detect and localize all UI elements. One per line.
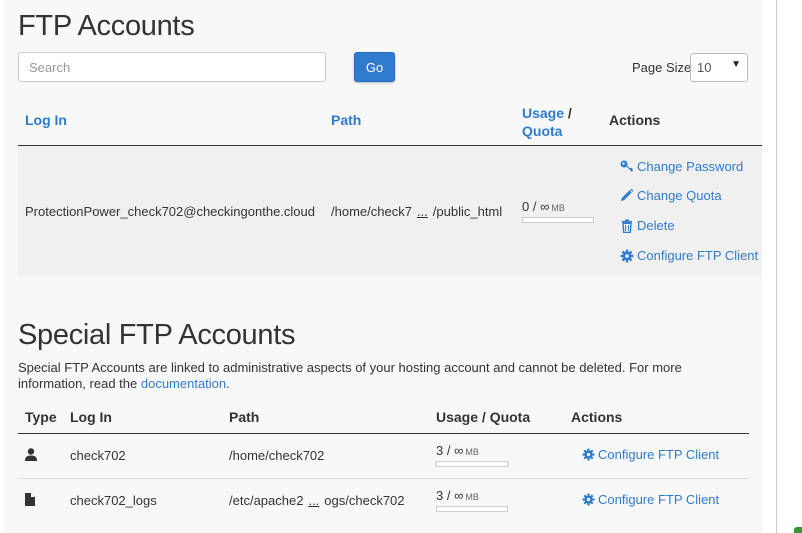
column-header-login[interactable]: Log In xyxy=(25,112,67,128)
special-column-type: Type xyxy=(25,409,57,425)
sort-quota-link[interactable]: Quota xyxy=(522,123,562,139)
page-size-label: Page Size xyxy=(632,60,692,75)
scrollbar-track[interactable] xyxy=(776,0,777,533)
user-icon xyxy=(25,448,37,466)
usage-value: 0 / ∞ xyxy=(522,199,550,214)
special-path: /home/check702 xyxy=(229,448,325,463)
account-login: ProtectionPower_check702@checkingonthe.c… xyxy=(25,204,315,219)
page-title: FTP Accounts xyxy=(18,10,195,42)
documentation-link[interactable]: documentation xyxy=(141,376,226,391)
path-start: /etc/apache2 xyxy=(229,493,304,508)
trash-icon xyxy=(622,219,632,233)
column-header-path[interactable]: Path xyxy=(331,112,361,128)
scrollbar-indicator[interactable] xyxy=(794,527,802,533)
search-input[interactable] xyxy=(18,52,326,82)
key-icon xyxy=(620,160,633,172)
path-expand-link[interactable]: ... xyxy=(417,204,428,219)
configure-ftp-client-label: Configure FTP Client xyxy=(637,248,759,263)
configure-ftp-client-link[interactable]: Configure FTP Client xyxy=(582,447,719,462)
path-start: /home/check7 xyxy=(331,204,412,219)
pencil-icon xyxy=(621,189,634,201)
gear-icon xyxy=(582,493,595,506)
special-column-actions: Actions xyxy=(571,409,623,425)
column-header-usage: Usage / Quota xyxy=(522,104,572,140)
usage-unit: MB xyxy=(465,492,479,502)
change-quota-label: Change Quota xyxy=(637,188,722,203)
usage-unit: MB xyxy=(551,203,565,213)
go-button[interactable]: Go xyxy=(354,52,395,82)
path-end: /public_html xyxy=(432,204,503,219)
page-size-value: 10 xyxy=(697,60,712,75)
file-icon xyxy=(25,493,35,511)
usage-value: 3 / ∞ xyxy=(436,488,464,503)
special-login: check702 xyxy=(70,448,126,463)
change-password-link[interactable]: Change Password xyxy=(620,159,743,174)
usage-quota-separator: / xyxy=(567,105,572,121)
configure-ftp-client-label: Configure FTP Client xyxy=(598,492,720,507)
description-period: . xyxy=(226,376,230,391)
usage-progress-bar xyxy=(436,506,508,512)
usage-value: 3 / ∞ xyxy=(436,443,464,458)
usage-progress-bar xyxy=(522,217,594,223)
delete-label: Delete xyxy=(637,218,675,233)
configure-ftp-client-link[interactable]: Configure FTP Client xyxy=(582,492,719,507)
account-path: /home/check7... /public_html xyxy=(331,204,502,219)
gear-icon xyxy=(620,249,634,262)
delete-link[interactable]: Delete xyxy=(620,218,675,233)
column-header-actions: Actions xyxy=(609,112,661,128)
row-divider xyxy=(18,478,749,479)
special-ftp-title: Special FTP Accounts xyxy=(18,319,296,351)
configure-ftp-client-link[interactable]: Configure FTP Client xyxy=(620,248,758,263)
path-expand-link[interactable]: ... xyxy=(308,493,319,508)
sort-usage-link[interactable]: Usage xyxy=(522,105,564,121)
change-quota-link[interactable]: Change Quota xyxy=(620,188,722,203)
page-size-select[interactable]: 10 ▼ xyxy=(690,53,748,82)
path-end: ogs/check702 xyxy=(324,493,405,508)
special-column-path: Path xyxy=(229,409,260,425)
special-usage: 3 / ∞ MB xyxy=(436,443,479,458)
special-column-usage: Usage / Quota xyxy=(436,409,531,425)
description-text: Special FTP Accounts are linked to admin… xyxy=(18,360,682,391)
special-ftp-description: Special FTP Accounts are linked to admin… xyxy=(18,360,718,392)
account-usage: 0 / ∞ MB xyxy=(522,199,565,214)
usage-unit: MB xyxy=(465,447,479,457)
special-login: check702_logs xyxy=(70,493,157,508)
gear-icon xyxy=(582,448,595,461)
configure-ftp-client-label: Configure FTP Client xyxy=(598,447,720,462)
caret-down-icon: ▼ xyxy=(731,59,741,70)
usage-progress-bar xyxy=(436,461,508,467)
special-usage: 3 / ∞ MB xyxy=(436,488,479,503)
change-password-label: Change Password xyxy=(637,159,744,174)
special-column-login: Log In xyxy=(70,409,112,425)
special-path: /etc/apache2... ogs/check702 xyxy=(229,493,405,508)
